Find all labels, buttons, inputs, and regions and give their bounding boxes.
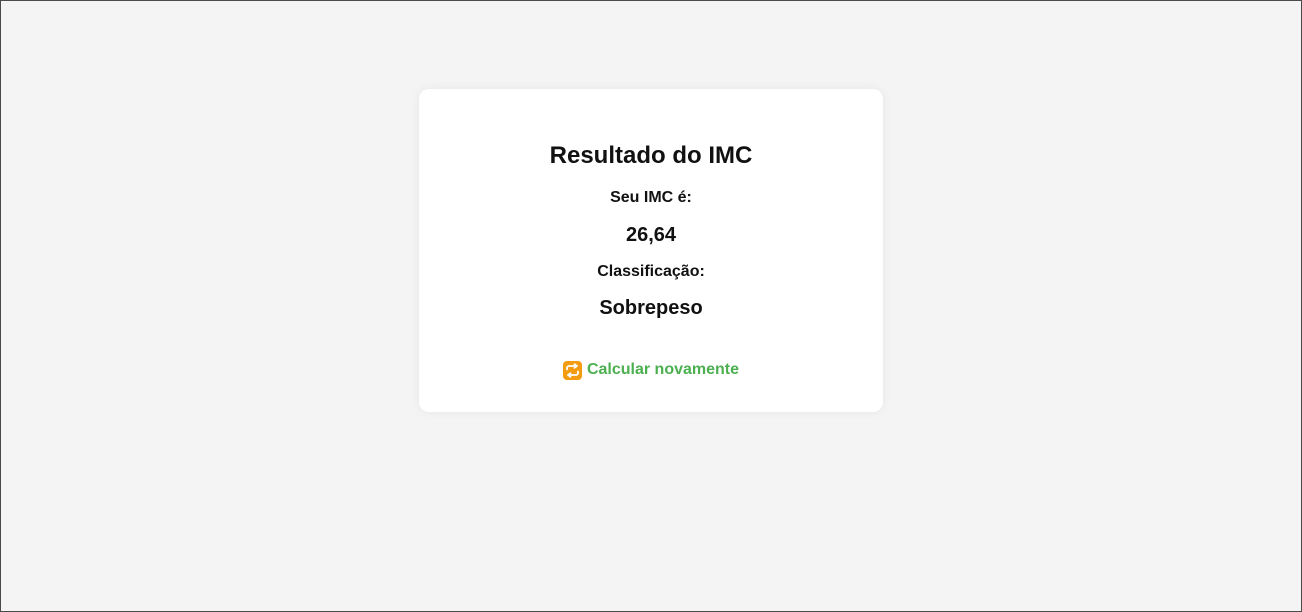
page: { "result": { "title": "Resultado do IMC… [0,0,1302,612]
imc-label: Seu IMC é: [610,189,692,206]
repeat-icon-bg [562,360,582,380]
classification-label: Classificação: [597,263,705,280]
recalculate-link[interactable]: Calcular novamente [419,360,883,380]
repeat-icon [562,360,582,380]
imc-value: 26,64 [625,224,677,246]
result-card: Resultado do IMC Seu IMC é: 26,64 Classi… [419,89,883,412]
result-title: Resultado do IMC [549,142,753,169]
recalculate-label: Calcular novamente [586,361,740,378]
classification-value: Sobrepeso [599,297,703,319]
